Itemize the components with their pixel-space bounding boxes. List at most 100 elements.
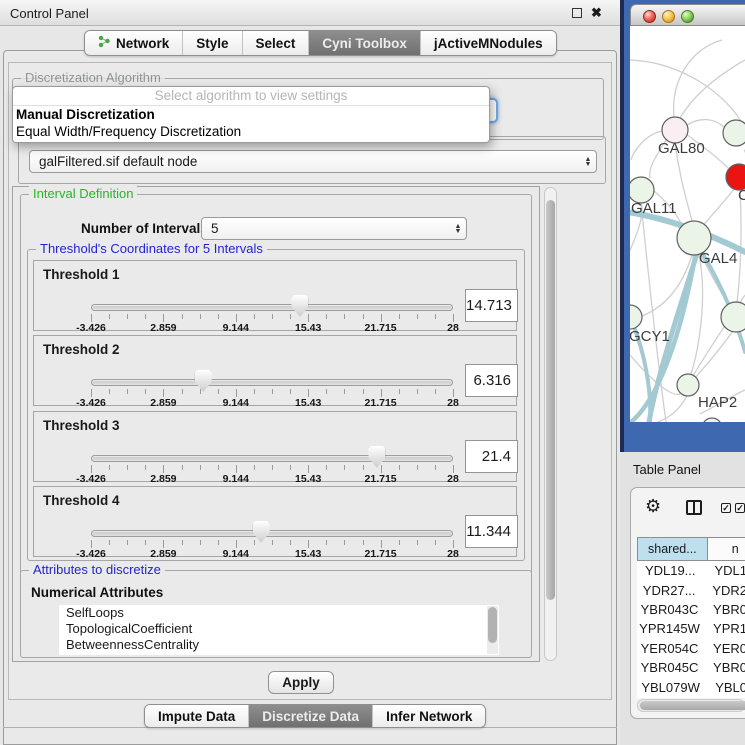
threshold-box-3: Threshold 3-3.4262.8599.14415.4321.71528…: [33, 411, 517, 482]
slider-tick: [200, 465, 201, 470]
network-node-hap2[interactable]: [677, 374, 699, 396]
tab-discretize-data[interactable]: Discretize Data: [249, 705, 373, 727]
table-row[interactable]: YBR045CYBR0: [637, 658, 745, 677]
popup-option-equal-width-frequency-discretization[interactable]: Equal Width/Frequency Discretization: [13, 123, 489, 140]
attribute-item-betweennesscentrality[interactable]: BetweennessCentrality: [59, 637, 499, 653]
slider-tick: [363, 389, 364, 394]
attributes-list[interactable]: SelfLoopsTopologicalCoefficientBetweenne…: [59, 605, 499, 655]
algorithm-popup-placeholder: Select algorithm to view settings: [13, 87, 489, 105]
slider-tick: [435, 314, 436, 319]
slider-tick: [308, 540, 309, 548]
table-row[interactable]: YBR043CYBR0: [637, 600, 745, 619]
gear-icon[interactable]: ⚙: [645, 497, 661, 515]
tick-label: 9.144: [223, 322, 249, 334]
apply-button[interactable]: Apply: [268, 671, 334, 694]
close-traffic-light-icon[interactable]: [643, 10, 656, 23]
close-icon[interactable]: ✖: [591, 5, 602, 21]
tab-network[interactable]: Network: [85, 31, 183, 55]
network-edge: [674, 40, 722, 117]
node-label: GAL11: [631, 200, 677, 217]
column-header-shared[interactable]: shared...: [637, 537, 708, 561]
checkbox-icon[interactable]: ✓: [721, 503, 731, 513]
network-canvas[interactable]: GAL80GACGAL11GAL4GCY1HHAP2: [630, 26, 745, 422]
threshold-value-field[interactable]: 21.4: [465, 440, 518, 473]
table-horizontal-scrollbar[interactable]: [637, 699, 745, 712]
attributes-scrollbar[interactable]: [487, 606, 498, 654]
threshold-value-field[interactable]: 11.344: [465, 515, 518, 548]
slider-tick: [272, 389, 273, 394]
tick-label: 9.144: [223, 473, 249, 485]
minimize-traffic-light-icon[interactable]: [662, 10, 675, 23]
popup-option-manual-discretization[interactable]: Manual Discretization: [13, 106, 489, 123]
tab-impute-data-label: Impute Data: [158, 709, 235, 724]
slider-tick: [200, 314, 201, 319]
slider-tick: [163, 540, 164, 548]
network-node-gcy1[interactable]: [630, 305, 642, 329]
tab-jactivemnodules[interactable]: jActiveMNodules: [421, 31, 556, 55]
slider-tick-labels: -3.4262.8599.14415.4321.71528: [91, 548, 453, 558]
tab-impute-data[interactable]: Impute Data: [145, 705, 249, 727]
attribute-item-topologicalcoefficient[interactable]: TopologicalCoefficient: [59, 621, 499, 637]
settings-scrollbar[interactable]: [544, 187, 557, 661]
number-of-intervals-combo[interactable]: 5 ▲▼: [201, 217, 467, 240]
table-horizontal-scrollbar-thumb[interactable]: [640, 701, 745, 710]
zoom-traffic-light-icon[interactable]: [681, 10, 694, 23]
table-cell: YBR0: [702, 602, 745, 617]
slider-tick: [91, 465, 92, 473]
number-of-intervals-label: Number of Intervals: [81, 221, 208, 236]
slider-tick: [399, 389, 400, 394]
tick-label: 15.43: [295, 548, 321, 560]
table-data-combo[interactable]: galFiltered.sif default node ▲▼: [29, 150, 597, 173]
tab-select[interactable]: Select: [243, 31, 310, 55]
interval-definition-title: Interval Definition: [29, 186, 137, 201]
column-header-name[interactable]: n: [708, 537, 745, 561]
network-node[interactable]: [702, 418, 722, 422]
table-cell: YBR0: [702, 660, 745, 675]
slider-tick: [109, 540, 110, 545]
numerical-attributes-label: Numerical Attributes: [31, 585, 163, 600]
slider-tick: [399, 540, 400, 545]
tab-infer-network[interactable]: Infer Network: [373, 705, 485, 727]
slider-track[interactable]: [91, 379, 453, 386]
table-cell: YBR045C: [637, 660, 702, 675]
stepper-arrows-icon[interactable]: ▲▼: [580, 157, 596, 167]
table-row[interactable]: YDL19...YDL1: [637, 561, 745, 580]
tick-label: 2.859: [150, 548, 176, 560]
checkbox-icon[interactable]: ✓: [735, 503, 745, 513]
columns-icon[interactable]: [686, 500, 702, 515]
node-label: GAL80: [658, 140, 705, 157]
attributes-scrollbar-thumb[interactable]: [488, 607, 497, 643]
tab-network-label: Network: [116, 36, 169, 51]
stepper-arrows-icon[interactable]: ▲▼: [450, 224, 466, 234]
slider-tick: [254, 314, 255, 319]
slider-track[interactable]: [91, 455, 453, 462]
slider-tick: [326, 314, 327, 319]
threshold-value-field[interactable]: 14.713: [465, 289, 518, 322]
table-row[interactable]: YLR345WYLR3: [637, 697, 745, 698]
table-row[interactable]: YPR145WYPR1: [637, 619, 745, 638]
slider-tick: [435, 465, 436, 470]
table-row[interactable]: YDR27...YDR2: [637, 580, 745, 599]
settings-scrollbar-thumb[interactable]: [546, 200, 555, 600]
slider-track[interactable]: [91, 530, 453, 537]
network-node-ga[interactable]: [723, 120, 745, 146]
network-node-h[interactable]: [721, 302, 745, 332]
desktop-edge: [620, 0, 624, 452]
network-window-titlebar[interactable]: [630, 4, 745, 26]
tick-label: -3.426: [76, 322, 106, 334]
slider-tick-labels: -3.4262.8599.14415.4321.71528: [91, 322, 453, 332]
tab-cyni-toolbox[interactable]: Cyni Toolbox: [309, 31, 421, 55]
slider-tick: [344, 389, 345, 394]
table-cell: YBL0: [704, 680, 745, 695]
attribute-item-selfloops[interactable]: SelfLoops: [59, 605, 499, 621]
tab-style[interactable]: Style: [183, 31, 242, 55]
slider-track[interactable]: [91, 304, 453, 311]
slider-tick: [182, 540, 183, 545]
tick-label: 28: [447, 548, 459, 560]
table-row[interactable]: YER054CYER0: [637, 639, 745, 658]
slider-tick: [417, 465, 418, 470]
slider-tick: [344, 540, 345, 545]
threshold-value-field[interactable]: 6.316: [465, 364, 518, 397]
table-row[interactable]: YBL079WYBL0: [637, 677, 745, 696]
float-icon[interactable]: [572, 8, 582, 18]
